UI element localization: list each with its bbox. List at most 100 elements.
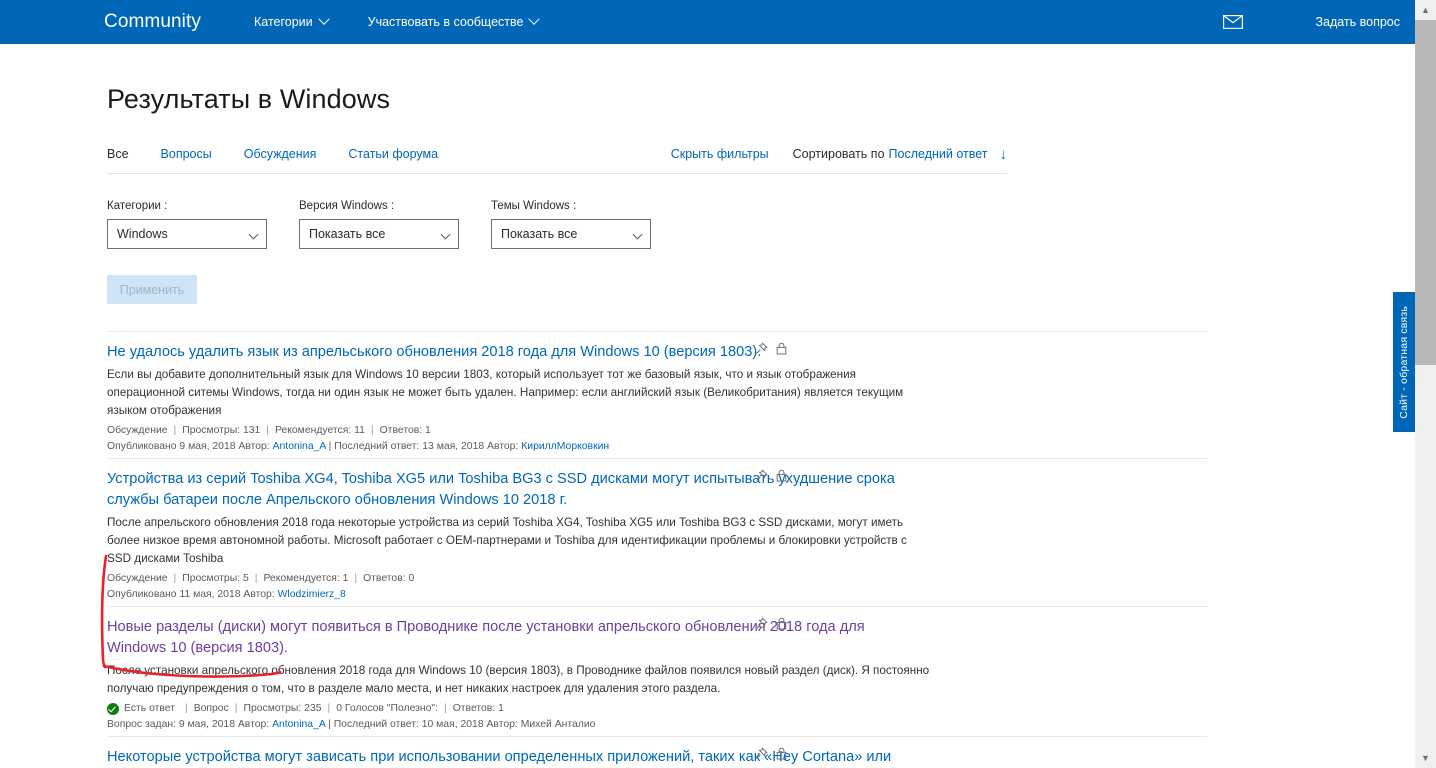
result-meta-recommended: Рекомендуется: 1 — [263, 573, 349, 584]
answered-label: Есть ответ — [124, 703, 175, 714]
result-title-link[interactable]: Не удалось удалить язык из апрельського … — [107, 342, 907, 363]
filter-categories-select[interactable]: Windows — [107, 219, 267, 249]
result-item: Новые разделы (диски) могут появиться в … — [107, 606, 1207, 736]
nav-item-categories-label: Категории — [253, 15, 313, 29]
meta-separator: | — [370, 425, 374, 436]
result-title-link[interactable]: Новые разделы (диски) могут появиться в … — [107, 617, 907, 659]
result-snippet: Если вы добавите дополнительный язык для… — [107, 368, 904, 417]
nav-item-categories[interactable]: Категории — [253, 13, 330, 29]
result-snippet: После установки апрельского обновления 2… — [107, 664, 930, 695]
meta-separator: | — [254, 573, 258, 584]
page-title: Результаты в Windows — [107, 84, 391, 114]
pin-icon[interactable] — [755, 617, 768, 630]
lock-icon[interactable] — [776, 617, 787, 630]
result-meta-dates: Опубликовано 11 мая, 2018 Автор: Wlodzim… — [107, 587, 1207, 602]
lock-icon[interactable] — [776, 747, 787, 760]
result-title-link[interactable]: Устройства из серий Toshiba XG4, Toshiba… — [107, 469, 907, 511]
result-icons — [755, 617, 787, 630]
result-meta-views: Просмотры: 235 — [243, 703, 322, 714]
site-brand[interactable]: Community — [104, 11, 201, 33]
result-meta-replies: Ответов: 1 — [379, 425, 431, 436]
result-icons — [755, 342, 787, 355]
scrollbar-thumb[interactable] — [1415, 20, 1436, 365]
pin-icon[interactable] — [755, 747, 768, 760]
main-content: Результаты в Windows Все Вопросы Обсужде… — [0, 44, 1416, 768]
lock-icon[interactable] — [776, 342, 787, 355]
result-author-link[interactable]: Wlodzimierz_8 — [278, 589, 346, 600]
sort-by-label: Сортировать по — [792, 147, 885, 161]
content-inner-lower: Категории : Windows Версия Windows : Пок… — [107, 200, 1207, 768]
chevron-down-icon — [317, 13, 330, 25]
filter-tab-row: Все Вопросы Обсуждения Статьи форума Скр… — [107, 142, 1007, 166]
meta-separator: | — [234, 703, 238, 714]
result-lastreply-author-link[interactable]: КириллМорковкин — [521, 441, 609, 452]
vertical-scrollbar[interactable]: ▲ ▼ — [1415, 0, 1436, 768]
filter-categories-value: Windows — [117, 227, 168, 241]
filter-windows-version-select[interactable]: Показать все — [299, 219, 459, 249]
apply-filters-button[interactable]: Применить — [107, 275, 197, 304]
pin-icon[interactable] — [755, 469, 768, 482]
feedback-tab[interactable]: Сайт - обратная связь — [1393, 292, 1415, 432]
result-icons — [755, 747, 787, 760]
meta-separator: | — [184, 703, 188, 714]
result-meta: Есть ответ | Вопрос | Просмотры: 235 | 0… — [107, 701, 1207, 716]
filter-windows-version-label: Версия Windows : — [299, 200, 395, 212]
result-meta-replies: Ответов: 1 — [452, 703, 504, 714]
content-inner: Результаты в Windows Все Вопросы Обсужде… — [107, 44, 1207, 166]
result-meta-views: Просмотры: 131 — [182, 425, 261, 436]
lock-icon[interactable] — [776, 469, 787, 482]
check-circle-icon — [107, 702, 119, 715]
filter-windows-topics-value: Показать все — [501, 227, 578, 241]
nav-item-participate-label: Участвовать в сообществе — [367, 15, 524, 29]
filter-categories-label: Категории : — [107, 200, 168, 212]
nav-item-participate[interactable]: Участвовать в сообществе — [367, 13, 541, 29]
hide-filters-link[interactable]: Скрыть фильтры — [671, 147, 769, 161]
tab-row-divider — [107, 173, 1007, 174]
pin-icon[interactable] — [755, 342, 768, 355]
result-author-link[interactable]: Antonina_A — [272, 719, 325, 730]
chevron-down-icon[interactable]: ▼ — [1415, 748, 1436, 768]
result-meta: Обсуждение | Просмотры: 131 | Рекомендуе… — [107, 423, 1207, 438]
result-title-link[interactable]: Некоторые устройства могут зависать при … — [107, 747, 907, 768]
tab-discussions[interactable]: Обсуждения — [244, 147, 317, 161]
result-meta-replies: Ответов: 0 — [363, 573, 415, 584]
result-asked-text: Вопрос задан: 9 мая, 2018 Автор: — [107, 719, 273, 730]
meta-separator: | — [266, 425, 269, 436]
result-meta-type: Обсуждение — [107, 425, 168, 436]
filter-windows-topics-select[interactable]: Показать все — [491, 219, 651, 249]
ask-question-button[interactable]: Задать вопрос — [1315, 15, 1400, 29]
meta-separator: | — [173, 425, 177, 436]
result-published-text: Опубликовано 11 мая, 2018 Автор: — [107, 589, 278, 600]
result-meta-dates: Опубликовано 9 мая, 2018 Автор: Antonina… — [107, 439, 1207, 454]
tab-all[interactable]: Все — [107, 147, 129, 161]
result-item: Устройства из серий Toshiba XG4, Toshiba… — [107, 458, 1207, 606]
tab-questions[interactable]: Вопросы — [161, 147, 212, 161]
result-meta-recommended: Рекомендуется: 11 — [274, 425, 365, 436]
result-author-link[interactable]: Antonina_A — [273, 441, 326, 452]
meta-separator: | — [173, 573, 177, 584]
result-meta: Обсуждение | Просмотры: 5 | Рекомендуетс… — [107, 571, 1207, 586]
result-item: Не удалось удалить язык из апрельського … — [107, 331, 1207, 458]
sort-by-value[interactable]: Последний ответ — [889, 147, 988, 161]
result-meta-type: Вопрос — [193, 703, 229, 714]
filter-categories: Категории : Windows — [107, 200, 267, 249]
chevron-down-icon — [440, 229, 451, 240]
chevron-down-icon — [528, 13, 541, 25]
filter-group: Категории : Windows Версия Windows : Пок… — [107, 200, 1207, 249]
results-controls: Скрыть фильтры Сортировать по Последний … — [671, 147, 1007, 162]
page-root: Community Категории Участвовать в сообще… — [0, 0, 1436, 768]
result-item: Некоторые устройства могут зависать при … — [107, 736, 1207, 768]
meta-separator: | — [444, 703, 447, 714]
arrow-down-icon[interactable]: ↓ — [1000, 147, 1008, 162]
result-published-text: Опубликовано 9 мая, 2018 Автор: — [107, 441, 273, 452]
envelope-icon[interactable] — [1223, 15, 1244, 29]
result-lastreply-text: | Последний ответ: 10 мая, 2018 Автор: — [325, 719, 521, 730]
result-meta-type: Обсуждение — [107, 573, 168, 584]
top-nav-right-group: Задать вопрос — [1223, 15, 1436, 29]
filter-windows-topics: Темы Windows : Показать все — [491, 200, 651, 249]
filter-windows-topics-label: Темы Windows : — [491, 200, 577, 212]
answered-badge: Есть ответ — [107, 701, 175, 716]
tab-forum-articles[interactable]: Статьи форума — [348, 147, 438, 161]
chevron-up-icon[interactable]: ▲ — [1415, 0, 1436, 20]
results-list: Не удалось удалить язык из апрельського … — [107, 331, 1207, 768]
